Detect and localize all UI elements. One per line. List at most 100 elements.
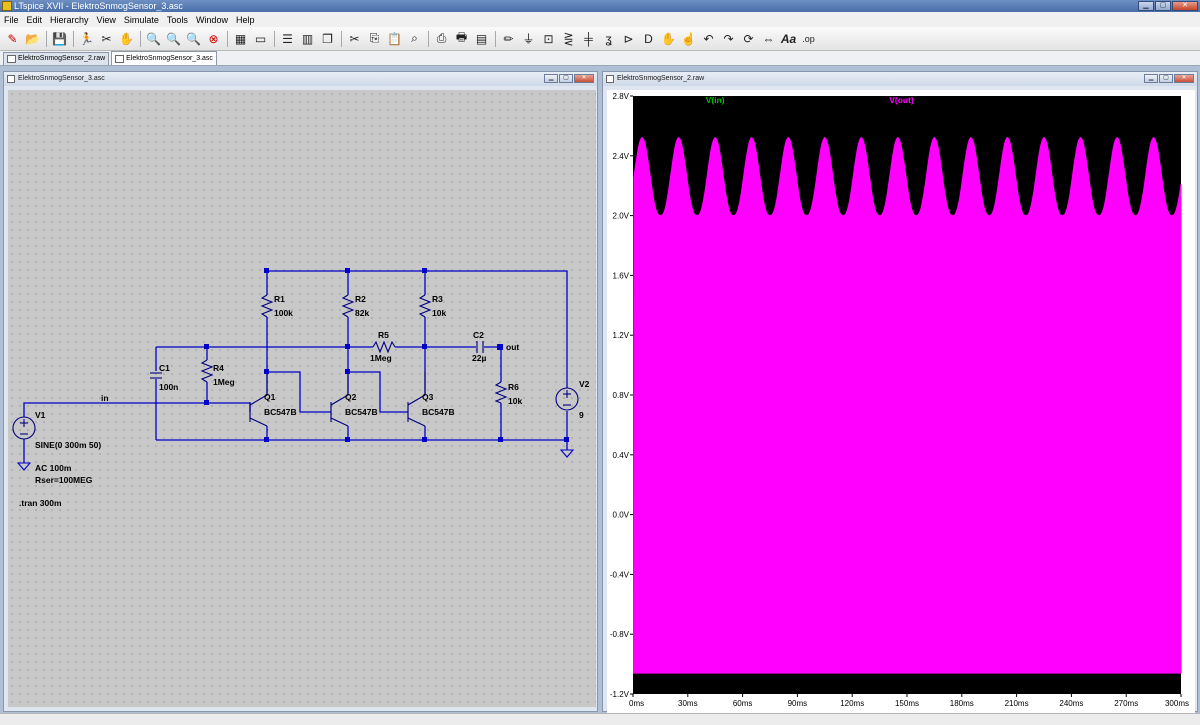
zoom-full-icon[interactable]: 🔍 [164, 30, 183, 48]
minimize-button[interactable]: ▁ [1144, 74, 1158, 83]
x-tick-label: 90ms [788, 699, 808, 708]
label-c2: C2 [473, 330, 484, 340]
mirror-icon[interactable]: ⇔ [759, 30, 778, 48]
junction-dot [204, 400, 209, 405]
component-icon[interactable]: D [639, 30, 658, 48]
text-icon[interactable]: Aa [779, 30, 798, 48]
undo-icon[interactable]: ↶ [699, 30, 718, 48]
label-v1-ac: AC 100m [35, 463, 72, 473]
resistor-r1 [260, 294, 274, 318]
move-icon[interactable]: ✋ [659, 30, 678, 48]
minimize-button[interactable]: ▁ [544, 74, 558, 83]
wire-in [23, 402, 250, 417]
rotate-icon[interactable]: ⟳ [739, 30, 758, 48]
zoom-cancel-icon[interactable]: ⊗ [204, 30, 223, 48]
y-tick-label: 0.0V [613, 511, 630, 520]
label-q2: Q2 [345, 392, 357, 402]
vout-peak-point [677, 137, 680, 139]
tile-vertical-icon[interactable]: ▥ [298, 30, 317, 48]
x-tick-label: 240ms [1059, 699, 1083, 708]
save-icon[interactable]: 💾 [50, 30, 69, 48]
label-net-icon[interactable]: ⊡ [539, 30, 558, 48]
tab-raw[interactable]: ElektroSnmogSensor_2.raw [3, 52, 110, 65]
x-tick-label: 150ms [895, 699, 919, 708]
drag-icon[interactable]: ☝ [679, 30, 698, 48]
menu-edit[interactable]: Edit [27, 15, 43, 25]
spice-directive-icon[interactable]: .op [799, 30, 818, 48]
autoscale-icon[interactable]: ▦ [231, 30, 250, 48]
zoom-out-icon[interactable]: 🔍 [184, 30, 203, 48]
junction-dot [564, 437, 569, 442]
label-r1: R1 [274, 294, 285, 304]
out-node-flag [497, 344, 503, 350]
run-icon[interactable]: 🏃 [77, 30, 96, 48]
maximize-button[interactable]: ▢ [1155, 1, 1171, 11]
junction-dot [345, 268, 350, 273]
close-button[interactable]: ✕ [574, 74, 594, 83]
menu-simulate[interactable]: Simulate [124, 15, 159, 25]
main-toolbar: ✎ 📂 💾 🏃 ✂ ✋ 🔍 🔍 🔍 ⊗ ▦ ▭ ☰ ▥ ❐ ✂ ⎘ 📋 ⌕ ⎙ … [0, 27, 1200, 51]
label-r2-value: 82k [355, 308, 369, 318]
resistor-r2 [341, 294, 355, 318]
print-icon[interactable]: 🖶 [452, 30, 471, 48]
close-button[interactable]: ✕ [1174, 74, 1194, 83]
y-tick-label: -0.8V [610, 630, 630, 639]
waveform-plot[interactable]: 2.8V 2.4V 2.0V 1.6V 1.2V 0.8V 0.4V 0.0V -0.4V -0.… [607, 90, 1195, 714]
menu-help[interactable]: Help [236, 15, 255, 25]
app-title: LTspice XVII - ElektroSnmogSensor_3.asc [14, 1, 183, 11]
inductor-icon[interactable]: ʓ [599, 30, 618, 48]
tab-asc[interactable]: ElektroSnmogSensor_3.asc [111, 51, 217, 65]
junction-dot [422, 344, 427, 349]
cascade-icon[interactable]: ❐ [318, 30, 337, 48]
capacitor-icon[interactable]: ╪ [579, 30, 598, 48]
copy-icon[interactable]: ⎘ [365, 30, 384, 48]
schematic-icon [115, 54, 125, 63]
menu-view[interactable]: View [97, 15, 116, 25]
new-schematic-icon[interactable]: ✎ [3, 30, 22, 48]
print-setup-icon[interactable]: ⎙ [432, 30, 451, 48]
menu-window[interactable]: Window [196, 15, 228, 25]
resistor-icon[interactable]: ⋛ [559, 30, 578, 48]
junction-dot [498, 437, 503, 442]
series-vout-envelope [633, 137, 1182, 674]
pan-icon[interactable]: ✋ [117, 30, 136, 48]
cut-icon[interactable]: ✂ [345, 30, 364, 48]
window-select-icon[interactable]: ▭ [251, 30, 270, 48]
waveform-window-titlebar[interactable]: ElektroSnmogSensor_2.raw ▁ ▢ ✕ [603, 72, 1197, 86]
schematic-canvas[interactable]: R1 100k R2 82k R3 10k R5 1Meg C2 22µ out… [8, 90, 596, 707]
find-icon[interactable]: ⌕ [405, 30, 424, 48]
plot-pane[interactable]: 2.8V 2.4V 2.0V 1.6V 1.2V 0.8V 0.4V 0.0V -0.4V -0.… [607, 90, 1195, 714]
diode-icon[interactable]: ⊳ [619, 30, 638, 48]
close-button[interactable]: ✕ [1172, 1, 1198, 11]
menu-tools[interactable]: Tools [167, 15, 188, 25]
label-v1-source: SINE(0 300m 50) [35, 440, 101, 450]
ground-icon[interactable]: ⏚ [519, 30, 538, 48]
halt-icon[interactable]: ✂ [97, 30, 116, 48]
toolbar-separator [73, 30, 74, 47]
paste-icon[interactable]: 📋 [385, 30, 404, 48]
menu-hierarchy[interactable]: Hierarchy [50, 15, 89, 25]
redo-icon[interactable]: ↷ [719, 30, 738, 48]
vout-peak-point [1006, 137, 1009, 139]
minimize-button[interactable]: ▁ [1138, 1, 1154, 11]
draw-wire-icon[interactable]: ✏ [499, 30, 518, 48]
y-tick-label: -1.2V [610, 690, 630, 699]
label-q3-value: BC547B [422, 407, 455, 417]
label-r4: R4 [213, 363, 224, 373]
vout-peak-point [824, 137, 826, 139]
vout-peak-point [787, 137, 790, 139]
schematic-window-titlebar[interactable]: ElektroSnmogSensor_3.asc ▁ ▢ ✕ [4, 72, 597, 86]
restore-button[interactable]: ▢ [1159, 74, 1173, 83]
label-r6-value: 10k [508, 396, 522, 406]
waveform-window: ElektroSnmogSensor_2.raw ▁ ▢ ✕ 2.8V 2.4V 2… [602, 71, 1198, 714]
component-labels: R1 100k R2 82k R3 10k R5 1Meg C2 22µ out… [19, 294, 590, 508]
tile-horizontal-icon[interactable]: ☰ [278, 30, 297, 48]
ground-v2 [559, 449, 575, 458]
open-icon[interactable]: 📂 [23, 30, 42, 48]
zoom-in-icon[interactable]: 🔍 [144, 30, 163, 48]
print-preview-icon[interactable]: ▤ [472, 30, 491, 48]
toolbar-separator [428, 30, 429, 47]
restore-button[interactable]: ▢ [559, 74, 573, 83]
menu-file[interactable]: File [4, 15, 19, 25]
x-tick-label: 300ms [1165, 699, 1189, 708]
